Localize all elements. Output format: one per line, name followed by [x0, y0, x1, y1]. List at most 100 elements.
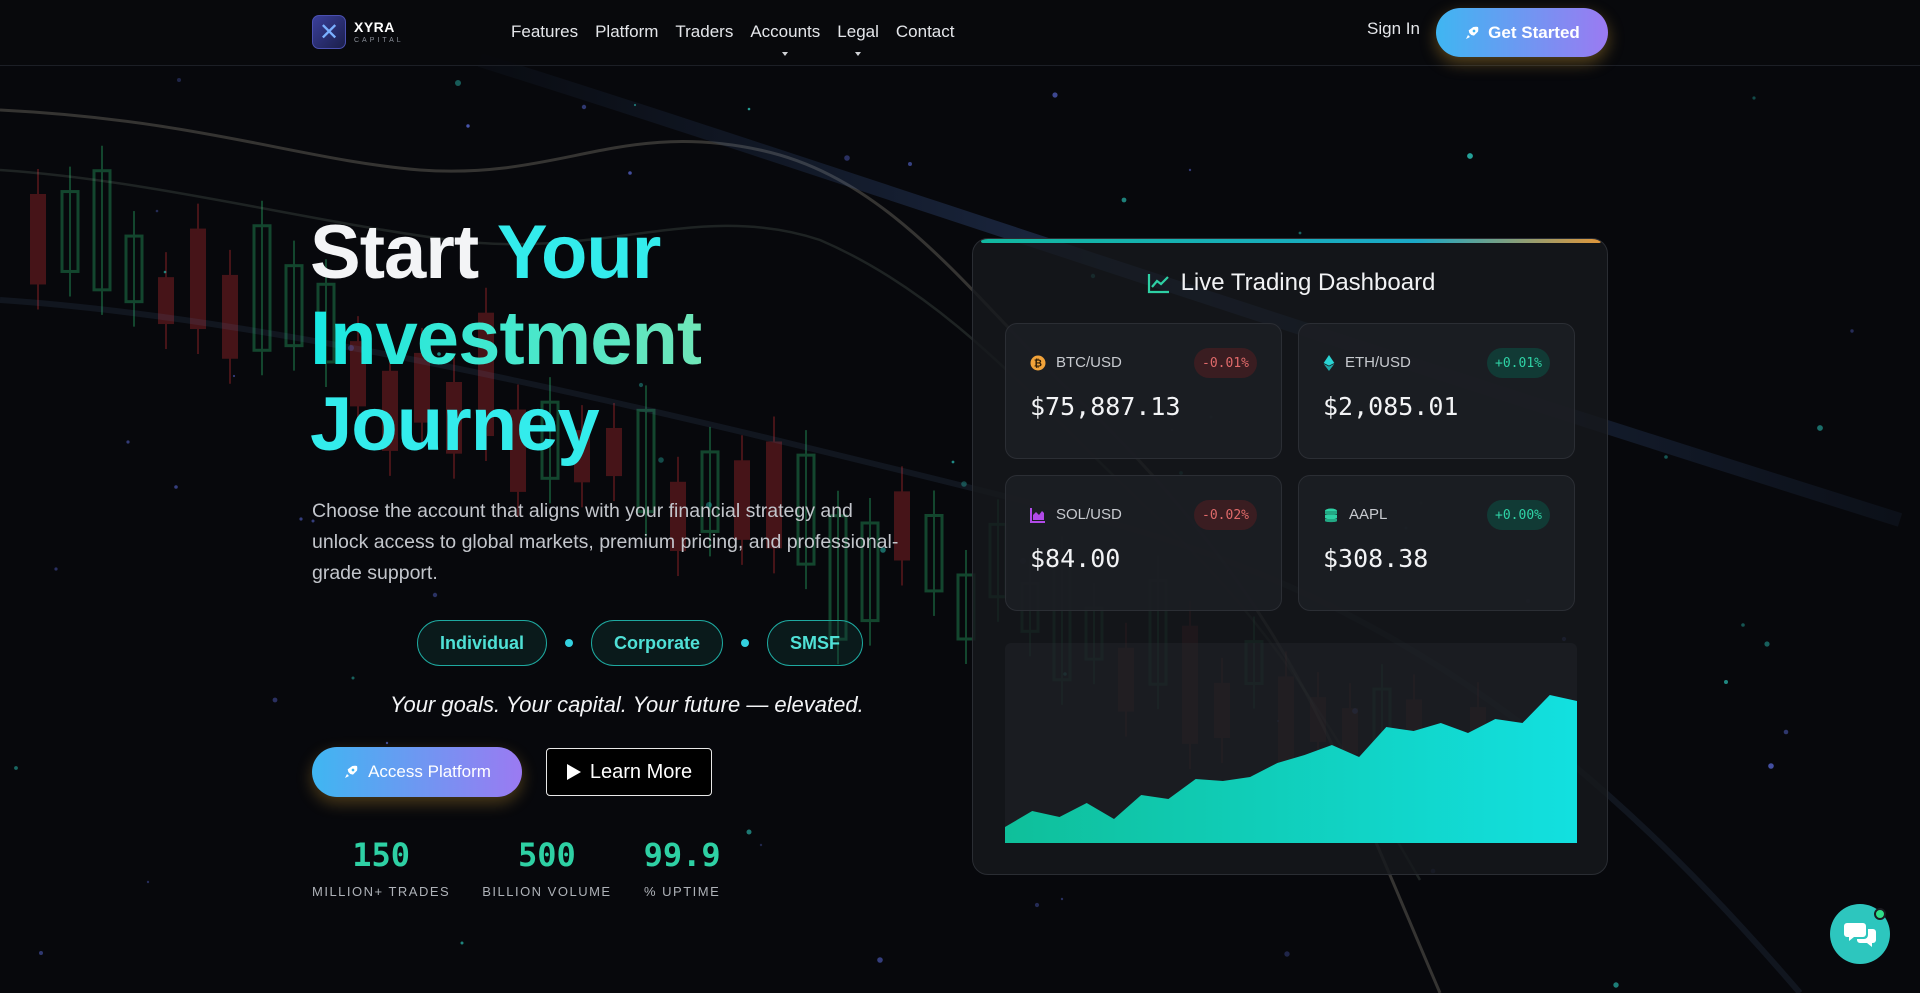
star-dot: [1284, 951, 1290, 957]
candle-body: [190, 228, 206, 330]
ticker-symbol: BTC/USD: [1056, 354, 1122, 371]
rocket-icon: [345, 765, 358, 778]
area-chart-panel: [1005, 643, 1577, 843]
play-icon: [566, 764, 581, 780]
star-dot: [432, 592, 438, 598]
chart-line-icon: [1147, 274, 1169, 294]
star-dot: [177, 78, 181, 82]
star-dot: [1850, 329, 1854, 333]
star-dot: [1741, 623, 1745, 627]
stat-label: MILLION+ TRADES: [312, 884, 451, 899]
star-dot: [951, 460, 955, 464]
stat-value: 500: [518, 836, 576, 874]
nav-accounts-dropdown[interactable]: Accounts: [750, 22, 820, 56]
brand-logo[interactable]: ✕ XYRA CAPITAL: [312, 15, 404, 49]
area-series: [1005, 695, 1577, 843]
ticker-price: $308.38: [1323, 544, 1429, 573]
star-dot: [1613, 982, 1619, 988]
logo-name: XYRA: [354, 19, 395, 35]
star-dot: [1664, 455, 1668, 459]
star-dot: [351, 676, 355, 680]
ticker-price: $2,085.01: [1323, 392, 1459, 421]
star-dot: [155, 209, 159, 213]
star-dot: [961, 481, 967, 487]
star-dot: [126, 440, 130, 444]
star-dot: [1121, 197, 1127, 203]
star-dot: [759, 843, 763, 847]
star-dot: [299, 517, 303, 521]
star-dot: [146, 880, 150, 884]
pill-individual[interactable]: Individual: [417, 620, 548, 666]
star-dot: [908, 162, 912, 166]
ticker-change-badge: +0.01%: [1487, 348, 1550, 378]
pill-smsf[interactable]: SMSF: [767, 620, 864, 666]
ticker-card-btc[interactable]: ₿ BTC/USD -0.01% $75,887.13: [1005, 323, 1282, 459]
star-dot: [746, 829, 752, 835]
ticker-symbol: SOL/USD: [1056, 506, 1122, 523]
background-candlestick-decoration: [0, 53, 1903, 993]
nav-contact[interactable]: Contact: [896, 22, 955, 42]
stat-volume: 500 BILLION VOLUME: [482, 836, 611, 899]
nav-features[interactable]: Features: [511, 22, 578, 42]
stat-trades: 150 MILLION+ TRADES: [312, 836, 450, 899]
ticker-card-sol[interactable]: SOL/USD -0.02% $84.00: [1005, 475, 1282, 611]
get-started-label: Get Started: [1488, 22, 1580, 42]
star-dot: [1052, 92, 1058, 98]
star-dot: [385, 741, 389, 745]
sign-in-link[interactable]: Sign In: [1367, 19, 1420, 39]
candle-body: [30, 193, 46, 285]
stat-value: 150: [352, 836, 410, 874]
star-dot: [747, 107, 751, 111]
headline-word-your: Your: [496, 210, 661, 295]
stat-uptime: 99.9 % UPTIME: [644, 836, 721, 899]
ticker-symbol: AAPL: [1349, 506, 1388, 523]
stat-value: 99.9: [643, 836, 721, 874]
caret-down-icon: [782, 52, 789, 56]
ticker-symbol: ETH/USD: [1345, 354, 1411, 371]
star-dot: [1724, 680, 1728, 684]
get-started-button[interactable]: Get Started: [1436, 8, 1608, 57]
star-dot: [1764, 641, 1770, 647]
star-dot: [844, 155, 850, 161]
star-dot: [633, 103, 637, 107]
ticker-card-aapl[interactable]: AAPL +0.00% $308.38: [1298, 475, 1575, 611]
nav-legal-dropdown[interactable]: Legal: [837, 22, 879, 56]
star-dot: [272, 697, 278, 703]
star-dot: [1768, 763, 1774, 769]
stat-label: BILLION VOLUME: [482, 884, 612, 899]
learn-more-label: Learn More: [589, 760, 693, 783]
star-dot: [1817, 425, 1823, 431]
star-dot: [39, 951, 43, 955]
ticker-change-badge: +0.00%: [1487, 500, 1550, 530]
star-dot: [54, 567, 58, 571]
stat-label: % UPTIME: [643, 884, 721, 899]
hero-stats: 150 MILLION+ TRADES 500 BILLION VOLUME 9…: [312, 836, 721, 899]
learn-more-button[interactable]: Learn More: [546, 748, 712, 796]
caret-down-icon: [855, 52, 862, 56]
pill-corporate[interactable]: Corporate: [591, 620, 724, 666]
star-dot: [14, 766, 18, 770]
star-dot: [581, 104, 587, 110]
ticker-card-eth[interactable]: ETH/USD +0.01% $2,085.01: [1298, 323, 1575, 459]
chat-support-button[interactable]: [1830, 904, 1890, 964]
headline-word-investment: Investment: [310, 296, 702, 381]
ticker-price: $84.00: [1030, 544, 1121, 573]
nav-platform[interactable]: Platform: [595, 22, 658, 42]
chat-bubbles-icon: [1844, 923, 1876, 947]
nav-traders[interactable]: Traders: [675, 22, 733, 42]
star-dot: [163, 270, 167, 274]
access-platform-label: Access Platform: [368, 762, 491, 781]
access-platform-button[interactable]: Access Platform: [312, 747, 522, 797]
svg-text:₿: ₿: [1034, 357, 1042, 369]
online-status-badge: [1874, 908, 1886, 920]
star-dot: [174, 485, 178, 489]
separator-dot: [741, 639, 750, 647]
star-dot: [1034, 902, 1040, 908]
star-dot: [877, 957, 883, 963]
dashboard-title: Live Trading Dashboard: [973, 269, 1607, 297]
bar-chart-icon: [1030, 507, 1045, 523]
logo-subtitle: CAPITAL: [354, 37, 404, 44]
star-dot: [1783, 729, 1789, 735]
coins-icon: [1325, 508, 1337, 522]
star-dot: [1298, 231, 1302, 235]
